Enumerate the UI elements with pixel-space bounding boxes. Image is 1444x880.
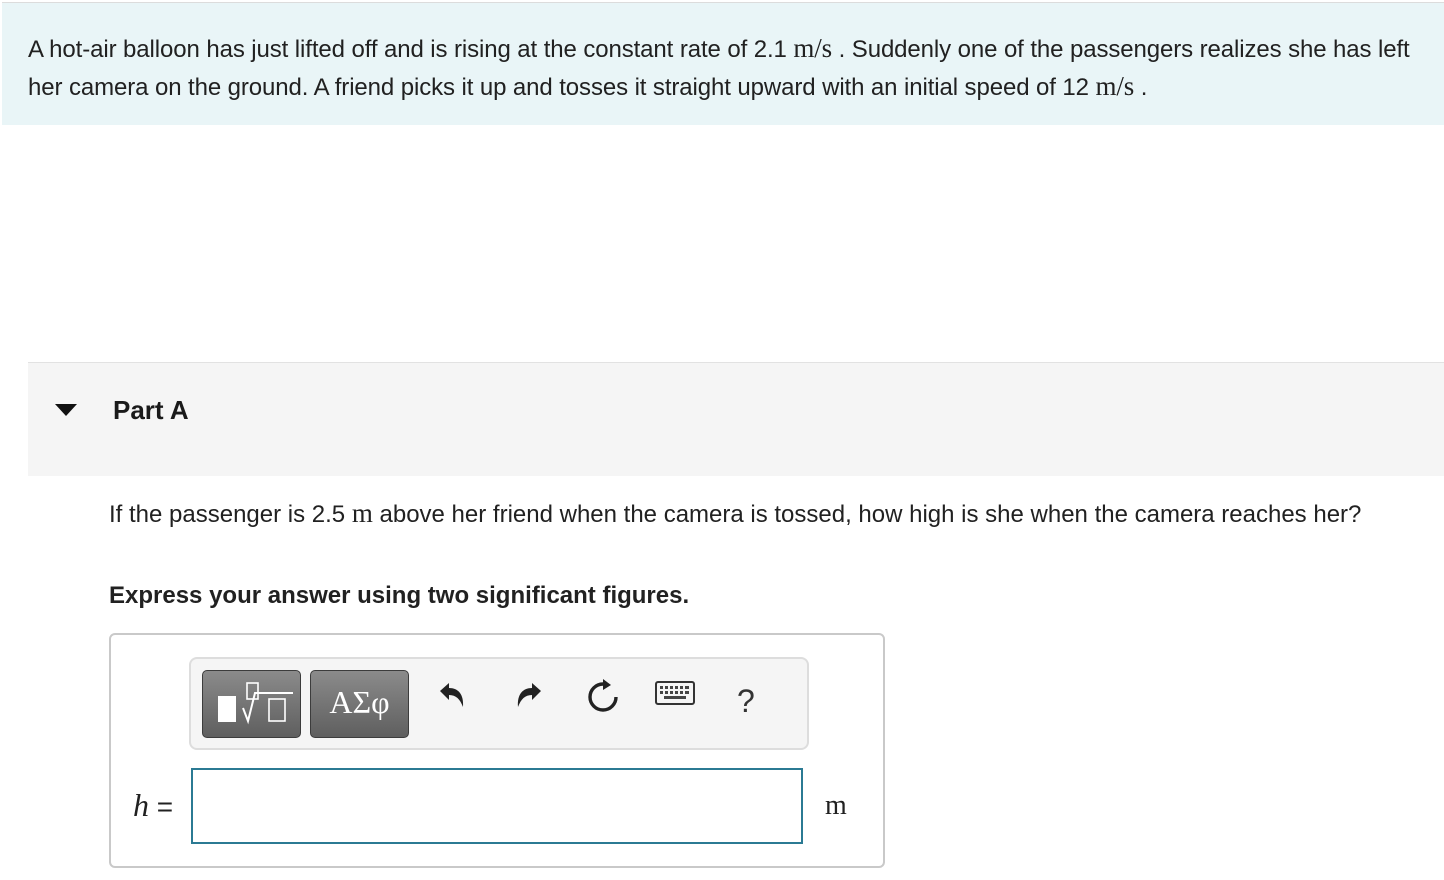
variable-symbol: h <box>133 787 149 823</box>
question-text-2: above her friend when the camera is toss… <box>372 501 1362 528</box>
problem-intro: A hot-air balloon has just lifted off an… <box>2 2 1444 125</box>
help-button[interactable]: ? <box>737 683 755 720</box>
variable-label: h = <box>133 787 173 824</box>
question-text: If the passenger is 2.5 m above her frie… <box>109 497 1419 531</box>
keyboard-icon[interactable] <box>655 679 695 719</box>
math-toolbar: ΑΣφ ? <box>189 657 809 750</box>
part-a-header[interactable]: Part A <box>28 362 1444 476</box>
answer-input[interactable] <box>191 768 803 844</box>
answer-instruction: Express your answer using two significan… <box>109 582 690 609</box>
symbols-button[interactable]: ΑΣφ <box>310 670 409 738</box>
answer-box: ΑΣφ ? h = m <box>109 633 885 868</box>
question-text-1: If the passenger is 2.5 <box>109 501 352 528</box>
intro-unit-2: m/s <box>1095 71 1135 101</box>
intro-text-3: . <box>1134 74 1148 101</box>
equals-sign: = <box>156 791 174 822</box>
intro-text-1: A hot-air balloon has just lifted off an… <box>28 36 794 63</box>
collapse-caret-icon[interactable] <box>55 404 77 416</box>
problem-text: A hot-air balloon has just lifted off an… <box>28 30 1423 106</box>
intro-unit-1: m/s <box>793 33 833 63</box>
undo-icon[interactable] <box>432 679 472 719</box>
templates-icon <box>218 682 293 725</box>
part-title: Part A <box>113 395 189 425</box>
question-unit: m <box>351 498 373 528</box>
redo-icon[interactable] <box>509 679 549 719</box>
reset-icon[interactable] <box>583 679 623 719</box>
templates-button[interactable] <box>202 670 301 738</box>
answer-unit: m <box>825 790 847 821</box>
